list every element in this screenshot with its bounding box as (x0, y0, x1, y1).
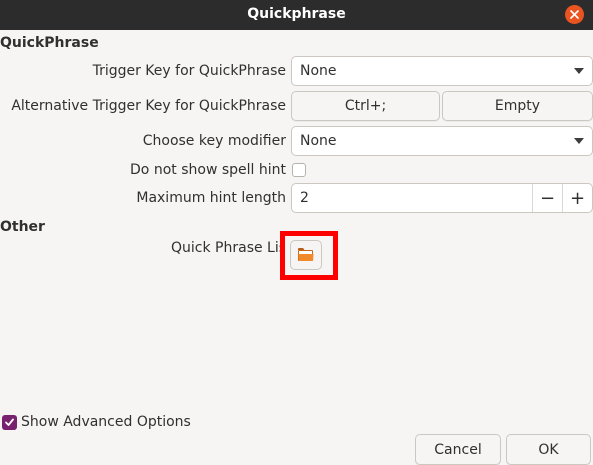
key-modifier-combo[interactable]: None (291, 126, 593, 156)
chevron-down-icon (574, 138, 584, 144)
quick-phrase-list-label: Quick Phrase List (171, 240, 280, 256)
alt-trigger-key2-button[interactable]: Empty (442, 91, 593, 121)
checkmark-icon (5, 418, 14, 426)
max-hint-length-spinner[interactable]: 2 − + (291, 183, 593, 213)
spell-hint-checkbox[interactable] (292, 163, 306, 177)
trigger-key-value: None (300, 63, 337, 79)
alt-trigger-key1-button[interactable]: Ctrl+; (291, 91, 440, 121)
chevron-down-icon (574, 68, 584, 74)
section-other: Other (0, 219, 45, 235)
trigger-key-label: Trigger Key for QuickPhrase (92, 63, 286, 79)
trigger-key-combo[interactable]: None (291, 56, 593, 86)
title-bar: Quickphrase (0, 0, 593, 30)
close-button[interactable] (565, 5, 584, 24)
show-advanced-label: Show Advanced Options (21, 414, 191, 430)
close-icon (570, 10, 579, 19)
ok-button[interactable]: OK (506, 434, 591, 465)
max-hint-length-label: Maximum hint length (136, 190, 286, 206)
key-modifier-value: None (300, 133, 337, 149)
alt-trigger-key-label: Alternative Trigger Key for QuickPhrase (11, 98, 286, 114)
spell-hint-label: Do not show spell hint (130, 162, 286, 178)
section-quickphrase: QuickPhrase (0, 35, 99, 51)
decrement-button[interactable]: − (532, 184, 562, 212)
cancel-button[interactable]: Cancel (415, 434, 501, 465)
max-hint-length-value: 2 (300, 190, 309, 206)
window-title: Quickphrase (247, 6, 346, 22)
highlight-box (280, 231, 338, 280)
show-advanced-checkbox[interactable] (2, 415, 17, 430)
increment-button[interactable]: + (562, 184, 592, 212)
key-modifier-label: Choose key modifier (142, 133, 286, 149)
